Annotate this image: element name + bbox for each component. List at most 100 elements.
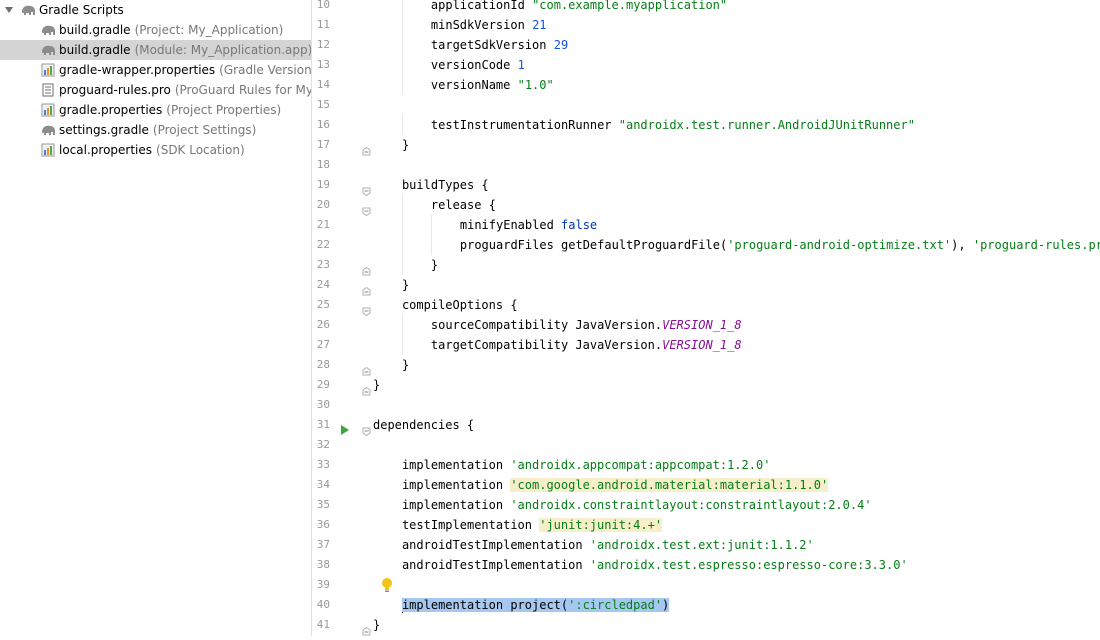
code-line[interactable]: } (360, 615, 1100, 635)
code-token: "1.0" (517, 78, 554, 92)
tree-item-hint: (Module: My_Application.app) (134, 43, 311, 57)
code-line[interactable]: testInstrumentationRunner "androidx.test… (360, 115, 1100, 135)
line-number: 21 (316, 218, 330, 231)
code-token: ), (951, 238, 973, 252)
line-number: 12 (316, 38, 330, 51)
code-line[interactable]: } (360, 355, 1100, 375)
line-number: 37 (316, 538, 330, 551)
code-line[interactable]: } (360, 135, 1100, 155)
code-line[interactable]: targetCompatibility JavaVersion.VERSION_… (360, 335, 1100, 355)
code-line[interactable]: targetSdkVersion 29 (360, 35, 1100, 55)
code-line[interactable]: androidTestImplementation 'androidx.test… (360, 535, 1100, 555)
code-token: 'androidx.test.ext:junit:1.1.2' (589, 538, 814, 552)
code-line[interactable]: applicationId "com.example.myapplication… (360, 0, 1100, 15)
line-number: 33 (316, 458, 330, 471)
code-token: applicationId (430, 0, 533, 12)
code-token: } (373, 618, 381, 632)
code-token: androidTestImplementation (401, 558, 590, 572)
code-line[interactable]: buildTypes { (360, 175, 1100, 195)
fold-marker-icon[interactable] (362, 381, 371, 396)
code-line[interactable] (360, 155, 1100, 175)
indent-guide (430, 235, 432, 255)
tree-item-file[interactable]: gradle.properties (Project Properties) (0, 100, 311, 120)
code-token: release { (430, 198, 496, 212)
line-number: 35 (316, 498, 330, 511)
fold-marker-icon[interactable] (362, 281, 371, 296)
properties-file-icon (40, 62, 56, 78)
fold-marker-icon[interactable] (362, 141, 371, 156)
code-line[interactable]: implementation 'com.google.android.mater… (360, 475, 1100, 495)
code-line[interactable]: } (360, 275, 1100, 295)
tree-item-file[interactable]: local.properties (SDK Location) (0, 140, 311, 160)
code-line[interactable]: implementation 'androidx.appcompat:appco… (360, 455, 1100, 475)
code-line[interactable]: implementation 'androidx.constraintlayou… (360, 495, 1100, 515)
tree-item-file[interactable]: settings.gradle (Project Settings) (0, 120, 311, 140)
tree-item-hint: (SDK Location) (156, 143, 245, 157)
code-line[interactable]: } (360, 255, 1100, 275)
code-token: 'proguard-android-optimize.txt' (727, 238, 952, 252)
code-token: testInstrumentationRunner (430, 118, 619, 132)
code-line[interactable] (360, 575, 1100, 595)
code-line[interactable]: } (360, 375, 1100, 395)
line-number: 24 (316, 278, 330, 291)
code-line[interactable]: testImplementation 'junit:junit:4.+' (360, 515, 1100, 535)
run-icon[interactable] (340, 420, 350, 439)
tree-item-hint: (Project Settings) (152, 123, 257, 137)
code-token: sourceCompatibility JavaVersion. (430, 318, 663, 332)
code-line[interactable]: androidTestImplementation 'androidx.test… (360, 555, 1100, 575)
code-token: androidTestImplementation (401, 538, 590, 552)
fold-marker-icon[interactable] (362, 181, 371, 197)
indent-guide (401, 0, 403, 15)
code-line[interactable]: versionName "1.0" (360, 75, 1100, 95)
code-line[interactable] (360, 395, 1100, 415)
code-line[interactable]: minifyEnabled false (360, 215, 1100, 235)
expand-arrow-icon[interactable] (4, 2, 14, 18)
code-token: } (401, 138, 410, 152)
line-number: 23 (316, 258, 330, 271)
code-line[interactable]: release { (360, 195, 1100, 215)
code-token: 29 (553, 38, 569, 52)
fold-marker-icon[interactable] (362, 301, 371, 317)
code-line[interactable]: compileOptions { (360, 295, 1100, 315)
code-token: 1 (517, 58, 525, 72)
tree-item-file[interactable]: proguard-rules.pro(ProGuard Rules for My… (0, 80, 311, 100)
fold-marker-icon[interactable] (362, 361, 371, 376)
code-token: ) (662, 598, 670, 612)
tree-item-file[interactable]: build.gradle (Project: My_Application) (0, 20, 311, 40)
lightbulb-icon[interactable] (381, 577, 393, 597)
gradle-elephant-icon (20, 2, 36, 18)
code-token: 'androidx.constraintlayout:constraintlay… (510, 498, 872, 512)
tree-item-file[interactable]: gradle-wrapper.properties (Gradle Version… (0, 60, 311, 80)
code-line[interactable]: minSdkVersion 21 (360, 15, 1100, 35)
indent-guide (401, 315, 403, 335)
code-line[interactable] (360, 95, 1100, 115)
code-line[interactable]: dependencies { (360, 415, 1100, 435)
tree-group-gradle-scripts[interactable]: Gradle Scripts (0, 0, 311, 20)
properties-file-icon (40, 142, 56, 158)
fold-marker-icon[interactable] (362, 201, 371, 217)
code-editor[interactable]: applicationId "com.example.myapplication… (360, 0, 1100, 636)
fold-marker-icon[interactable] (362, 621, 371, 636)
code-token: buildTypes { (401, 178, 489, 192)
indent-guide (401, 15, 403, 35)
line-number: 13 (316, 58, 330, 71)
tree-item-name: build.gradle (59, 23, 131, 37)
line-number: 34 (316, 478, 330, 491)
fold-marker-icon[interactable] (362, 421, 371, 437)
code-line[interactable] (360, 435, 1100, 455)
indent-guide (401, 75, 403, 95)
fold-marker-icon[interactable] (362, 261, 371, 276)
tree-item-name: proguard-rules.pro (59, 83, 171, 97)
tree-group-label: Gradle Scripts (39, 3, 124, 17)
code-token: implementation (401, 498, 511, 512)
indent-guide (401, 35, 403, 55)
code-token: 'androidx.appcompat:appcompat:1.2.0' (510, 458, 771, 472)
code-line[interactable]: implementation project(':circledpad') (360, 595, 1100, 615)
code-line[interactable]: versionCode 1 (360, 55, 1100, 75)
tree-item-name: build.gradle (59, 43, 131, 57)
code-line[interactable]: sourceCompatibility JavaVersion.VERSION_… (360, 315, 1100, 335)
indent-guide (401, 215, 403, 235)
tree-item-file[interactable]: build.gradle (Module: My_Application.app) (0, 40, 311, 60)
code-token: proguardFiles getDefaultProguardFile( (459, 238, 728, 252)
code-line[interactable]: proguardFiles getDefaultProguardFile('pr… (360, 235, 1100, 255)
